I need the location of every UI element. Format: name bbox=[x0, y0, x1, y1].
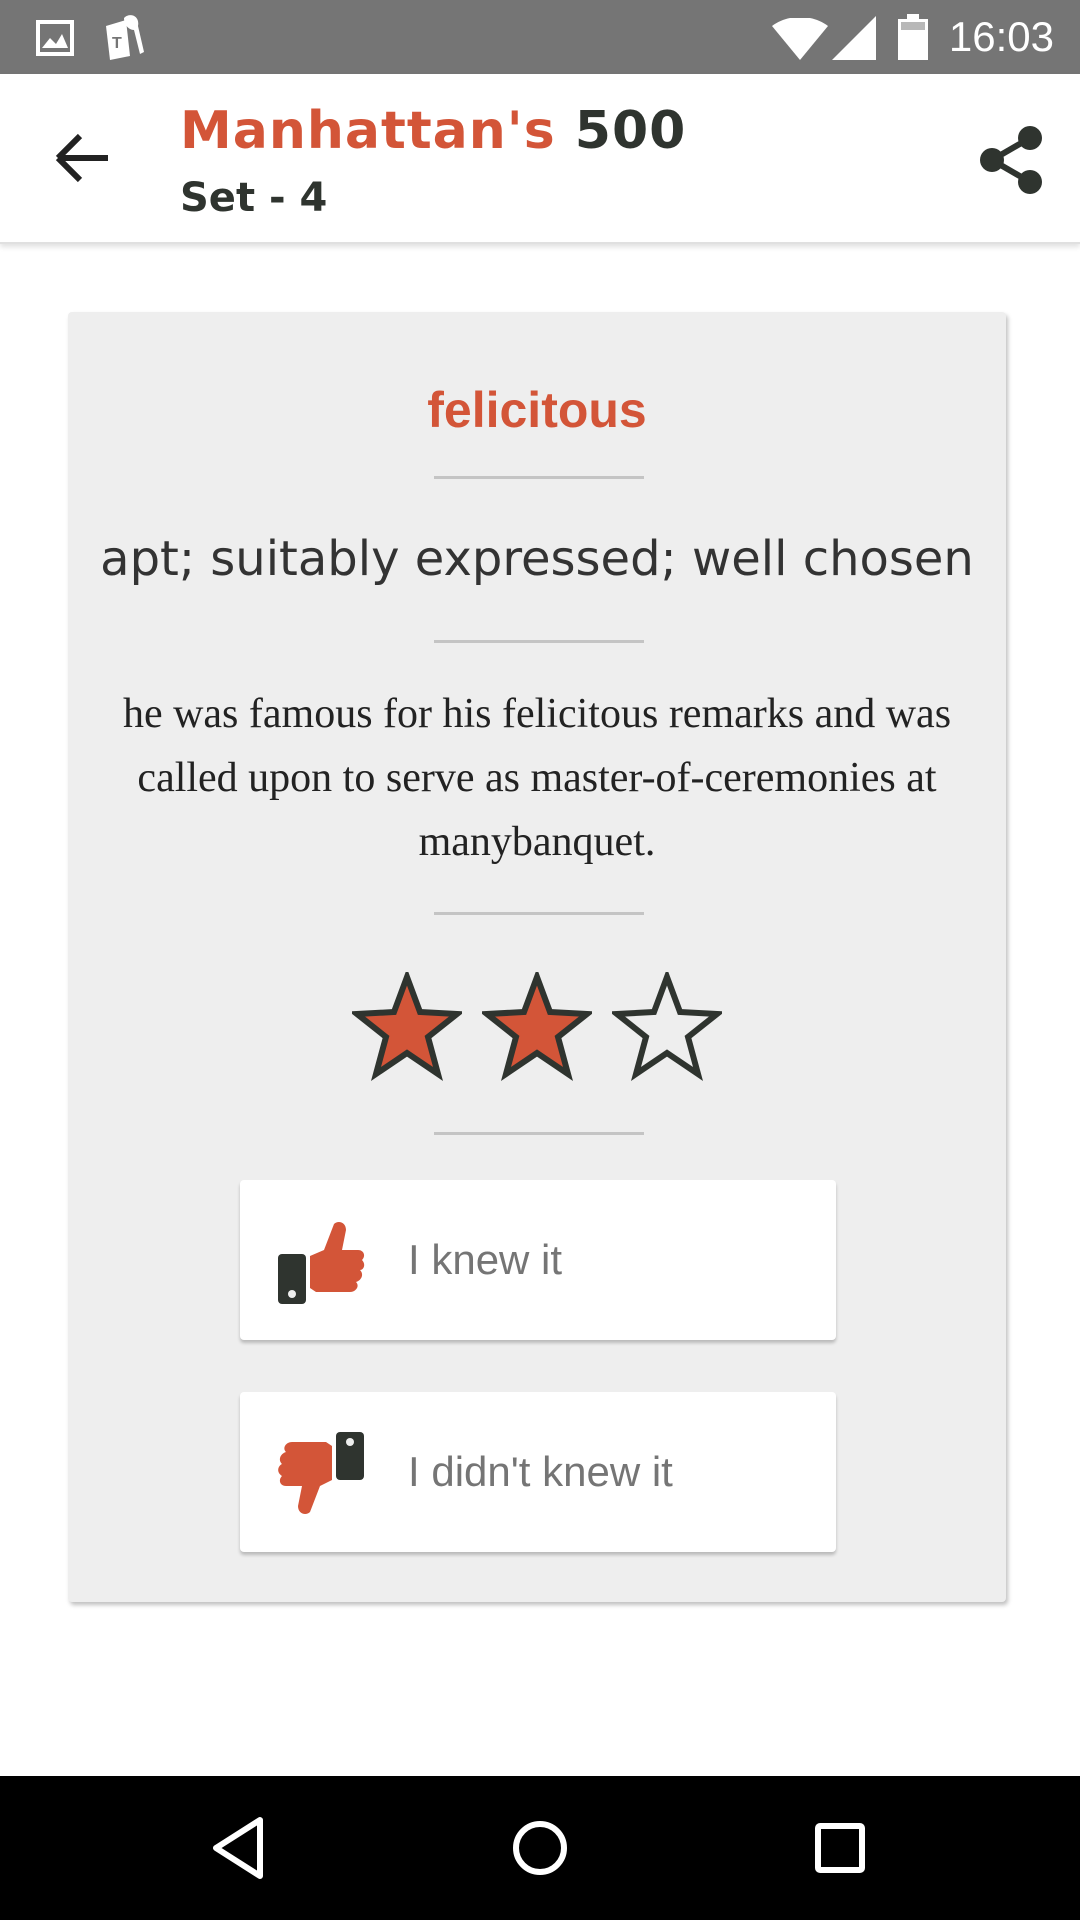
recents-square-icon[interactable] bbox=[804, 1812, 876, 1884]
navigation-bar bbox=[0, 1776, 1080, 1920]
wifi-icon bbox=[772, 18, 828, 60]
app-bar: Manhattan's 500 Set - 4 bbox=[0, 74, 1080, 244]
t-mobile-keys-icon: T bbox=[106, 15, 144, 60]
set-subtitle: Set - 4 bbox=[180, 175, 328, 221]
didnt-know-button[interactable]: I didn't knew it bbox=[240, 1392, 836, 1552]
share-button[interactable] bbox=[974, 122, 1050, 198]
difficulty-rating bbox=[68, 972, 1006, 1092]
share-icon bbox=[980, 126, 1042, 194]
app-title-brand: Manhattan's bbox=[180, 101, 556, 161]
app-title: Manhattan's 500 bbox=[180, 100, 686, 162]
knew-it-button[interactable]: I knew it bbox=[240, 1180, 836, 1340]
home-circle-icon[interactable] bbox=[504, 1812, 576, 1884]
battery-icon bbox=[898, 14, 928, 60]
flashcard: felicitous apt; suitably expressed; well… bbox=[68, 312, 1006, 1602]
star-filled-icon[interactable] bbox=[482, 972, 592, 1082]
divider bbox=[434, 640, 644, 643]
back-triangle-icon[interactable] bbox=[204, 1812, 276, 1884]
divider bbox=[434, 476, 644, 479]
app-title-number: 500 bbox=[555, 101, 687, 161]
star-filled-icon[interactable] bbox=[351, 972, 462, 1082]
back-button[interactable] bbox=[44, 122, 124, 194]
vocab-word: felicitous bbox=[427, 382, 647, 438]
status-bar: T 16:03 bbox=[0, 0, 1080, 74]
word-definition: apt; suitably expressed; well chosen bbox=[100, 531, 974, 587]
image-icon bbox=[36, 20, 74, 56]
didnt-know-label: I didn't knew it bbox=[408, 1448, 673, 1495]
svg-text:T: T bbox=[112, 35, 122, 52]
divider bbox=[434, 1132, 644, 1135]
status-time: 16:03 bbox=[948, 13, 1054, 60]
thumbs-down-icon bbox=[278, 1432, 364, 1514]
star-empty-icon[interactable] bbox=[612, 972, 723, 1082]
divider bbox=[434, 912, 644, 915]
back-arrow-icon bbox=[55, 133, 108, 183]
thumbs-up-icon bbox=[278, 1222, 365, 1304]
example-sentence: he was famous for his felicitous remarks… bbox=[122, 691, 952, 865]
knew-it-label: I knew it bbox=[408, 1236, 563, 1283]
cell-signal-icon bbox=[832, 16, 876, 60]
